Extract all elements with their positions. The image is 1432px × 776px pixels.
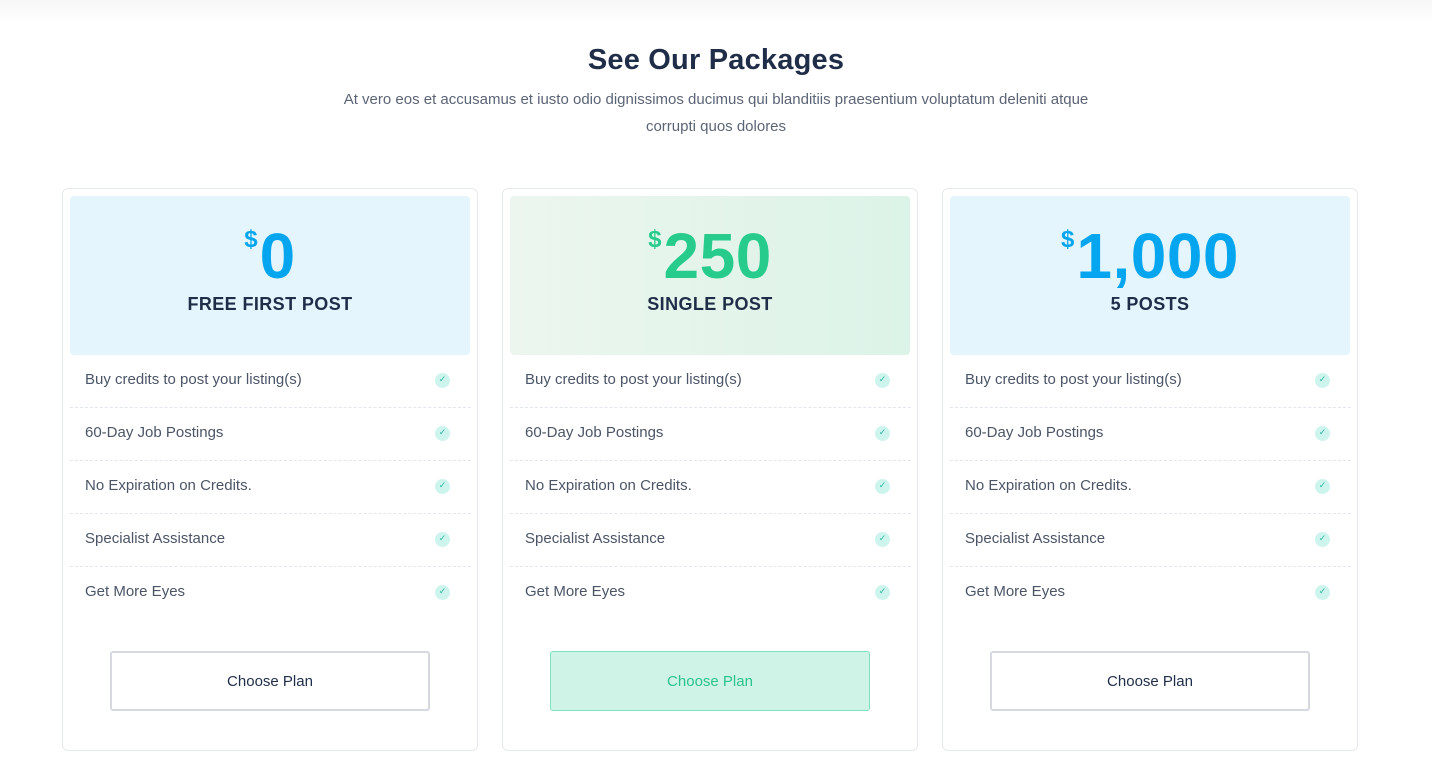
feature-list: Buy credits to post your listing(s) ✓ 60… (510, 355, 911, 619)
feature-item: Get More Eyes ✓ (950, 567, 1351, 619)
check-circle-icon: ✓ (875, 373, 890, 388)
choose-plan-button[interactable]: Choose Plan (550, 651, 870, 711)
feature-item: 60-Day Job Postings ✓ (950, 408, 1351, 461)
packages-header: See Our Packages At vero eos et accusamu… (0, 40, 1432, 140)
feature-text: Get More Eyes (85, 583, 186, 600)
price-amount: 0 (259, 220, 296, 292)
page-title: See Our Packages (587, 44, 845, 76)
choose-plan-button[interactable]: Choose Plan (110, 651, 430, 711)
feature-item: Specialist Assistance ✓ (950, 514, 1351, 567)
feature-item: Specialist Assistance ✓ (70, 514, 471, 567)
feature-text: No Expiration on Credits. (525, 477, 692, 494)
pricing-card-single: $250 SINGLE POST Buy credits to post you… (502, 188, 918, 751)
feature-text: No Expiration on Credits. (965, 477, 1132, 494)
pricing-cards: $0 FREE FIRST POST Buy credits to post y… (62, 188, 1358, 751)
check-circle-icon: ✓ (1315, 479, 1330, 494)
feature-text: Get More Eyes (965, 583, 1066, 600)
price: $0 (70, 224, 470, 288)
currency-symbol: $ (648, 226, 662, 253)
plan-name: SINGLE POST (647, 294, 773, 314)
currency-symbol: $ (244, 226, 258, 253)
check-circle-icon: ✓ (1315, 373, 1330, 388)
check-circle-icon: ✓ (435, 426, 450, 441)
check-circle-icon: ✓ (875, 426, 890, 441)
plan-name: 5 POSTS (1110, 294, 1190, 314)
check-circle-icon: ✓ (1315, 585, 1330, 600)
feature-text: 60-Day Job Postings (965, 424, 1104, 441)
pricing-card-free: $0 FREE FIRST POST Buy credits to post y… (62, 188, 478, 751)
price: $250 (510, 224, 910, 288)
feature-text: Specialist Assistance (85, 530, 226, 547)
choose-plan-button[interactable]: Choose Plan (990, 651, 1310, 711)
feature-item: No Expiration on Credits. ✓ (70, 461, 471, 514)
feature-item: Buy credits to post your listing(s) ✓ (510, 355, 911, 408)
feature-text: 60-Day Job Postings (525, 424, 664, 441)
feature-item: No Expiration on Credits. ✓ (510, 461, 911, 514)
feature-item: Specialist Assistance ✓ (510, 514, 911, 567)
check-circle-icon: ✓ (875, 532, 890, 547)
check-circle-icon: ✓ (875, 479, 890, 494)
feature-text: Buy credits to post your listing(s) (525, 371, 742, 388)
check-circle-icon: ✓ (435, 585, 450, 600)
feature-item: Buy credits to post your listing(s) ✓ (950, 355, 1351, 408)
feature-text: Buy credits to post your listing(s) (965, 371, 1182, 388)
price-amount: 250 (663, 220, 772, 292)
feature-item: Buy credits to post your listing(s) ✓ (70, 355, 471, 408)
price-box: $1,000 5 POSTS (950, 196, 1350, 355)
feature-list: Buy credits to post your listing(s) ✓ 60… (70, 355, 471, 619)
price-box: $0 FREE FIRST POST (70, 196, 470, 355)
feature-item: 60-Day Job Postings ✓ (510, 408, 911, 461)
feature-item: Get More Eyes ✓ (70, 567, 471, 619)
check-circle-icon: ✓ (435, 373, 450, 388)
feature-item: No Expiration on Credits. ✓ (950, 461, 1351, 514)
feature-list: Buy credits to post your listing(s) ✓ 60… (950, 355, 1351, 619)
pricing-card-five-posts: $1,000 5 POSTS Buy credits to post your … (942, 188, 1358, 751)
check-circle-icon: ✓ (1315, 532, 1330, 547)
price-box: $250 SINGLE POST (510, 196, 910, 355)
feature-item: 60-Day Job Postings ✓ (70, 408, 471, 461)
feature-text: Specialist Assistance (965, 530, 1106, 547)
check-circle-icon: ✓ (435, 532, 450, 547)
currency-symbol: $ (1060, 226, 1075, 253)
feature-text: Get More Eyes (525, 583, 626, 600)
page-subtitle: At vero eos et accusamus et iusto odio d… (343, 91, 1089, 135)
check-circle-icon: ✓ (875, 585, 890, 600)
price: $1,000 (950, 224, 1350, 288)
feature-text: No Expiration on Credits. (85, 477, 252, 494)
feature-text: Buy credits to post your listing(s) (85, 371, 302, 388)
check-circle-icon: ✓ (435, 479, 450, 494)
feature-item: Get More Eyes ✓ (510, 567, 911, 619)
top-shadow (0, 0, 1432, 22)
feature-text: 60-Day Job Postings (85, 424, 224, 441)
plan-name: FREE FIRST POST (187, 294, 353, 314)
price-amount: 1,000 (1076, 220, 1239, 292)
check-circle-icon: ✓ (1315, 426, 1330, 441)
feature-text: Specialist Assistance (525, 530, 666, 547)
